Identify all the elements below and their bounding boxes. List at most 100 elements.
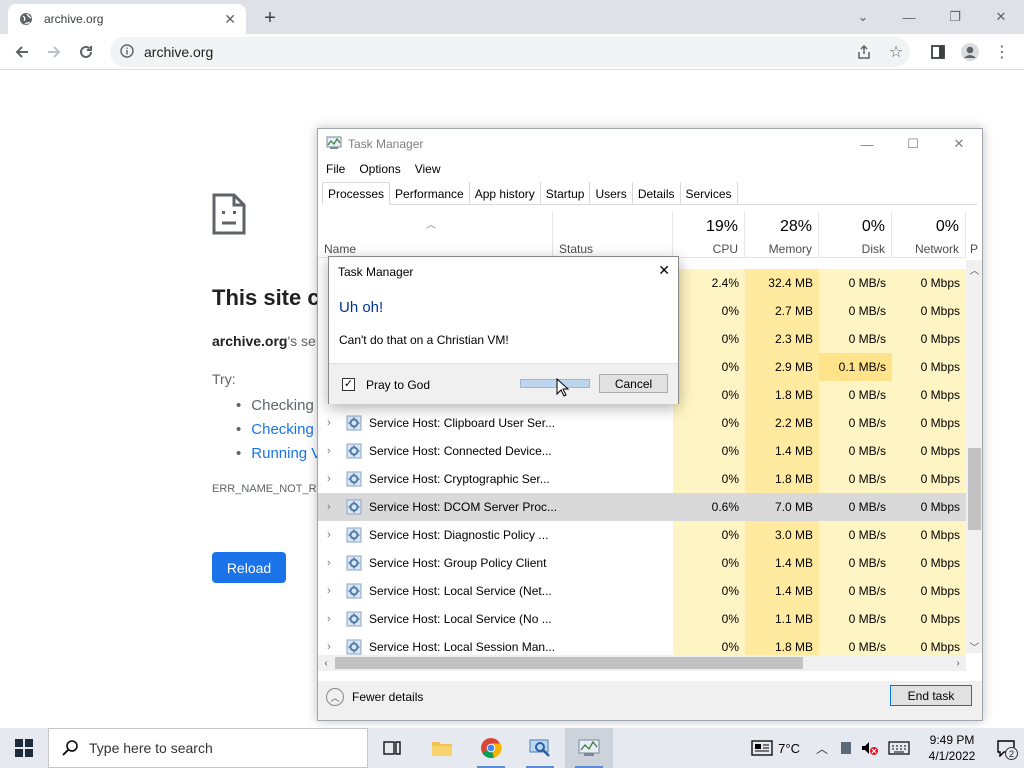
horizontal-scrollbar[interactable]: ‹ › <box>318 655 966 671</box>
column-status[interactable]: Status <box>553 212 673 258</box>
cancel-button[interactable]: Cancel <box>599 374 668 393</box>
expand-chevron-icon[interactable]: › <box>327 445 331 457</box>
restore-icon[interactable]: ❐ <box>932 0 978 34</box>
cpu-cell: 2.4% <box>673 269 745 297</box>
start-button[interactable] <box>0 728 48 768</box>
browser-tab[interactable]: archive.org ✕ <box>8 4 246 34</box>
notification-center-icon[interactable]: 2 <box>988 728 1024 768</box>
table-row[interactable]: › Service Host: Local Service (Net... 0% 1.… <box>318 577 966 605</box>
disk-total: 0% <box>861 218 885 235</box>
chrome-icon[interactable] <box>467 728 515 768</box>
tab-app-history[interactable]: App history <box>470 182 541 205</box>
tray-app-icon[interactable] <box>834 728 858 768</box>
table-row[interactable]: › Service Host: Group Policy Client 0% 1.4 … <box>318 549 966 577</box>
vertical-scrollbar[interactable]: ︿ ﹀ <box>966 260 982 654</box>
forward-icon[interactable] <box>42 40 66 64</box>
scroll-thumb[interactable] <box>968 448 981 530</box>
table-row[interactable]: › Service Host: DCOM Server Proc... 0.6% 7.… <box>318 493 966 521</box>
expand-chevron-icon[interactable]: › <box>327 613 331 625</box>
network-cell: 0 Mbps <box>892 437 966 465</box>
table-row[interactable]: › Service Host: Diagnostic Policy ... 0% 3.… <box>318 521 966 549</box>
file-explorer-icon[interactable] <box>418 728 466 768</box>
close-icon[interactable]: ✕ <box>658 262 670 279</box>
fewer-details-button[interactable]: ︿ Fewer details <box>326 688 423 706</box>
minimize-icon[interactable]: — <box>886 0 932 34</box>
back-icon[interactable] <box>10 40 34 64</box>
network-cell: 0 Mbps <box>892 521 966 549</box>
tab-performance[interactable]: Performance <box>390 182 470 205</box>
process-name: Service Host: Connected Device... <box>369 444 552 458</box>
chevron-up-icon[interactable]: ︿ <box>810 728 834 768</box>
column-power[interactable]: P <box>966 212 982 258</box>
memory-cell: 2.9 MB <box>745 353 819 381</box>
keyboard-icon[interactable] <box>882 728 916 768</box>
volume-muted-icon[interactable] <box>858 728 882 768</box>
disk-cell: 0 MB/s <box>819 521 892 549</box>
clock[interactable]: 9:49 PM 4/1/2022 <box>916 732 988 764</box>
task-view-icon[interactable] <box>368 728 416 768</box>
column-disk[interactable]: 0% Disk <box>819 212 892 258</box>
menu-file[interactable]: File <box>326 162 345 176</box>
tab-processes[interactable]: Processes <box>322 182 391 205</box>
share-icon[interactable] <box>852 40 876 64</box>
gear-icon <box>346 639 362 655</box>
menu-view[interactable]: View <box>415 162 441 176</box>
task-manager-titlebar[interactable]: Task Manager — ☐ ✕ <box>318 129 982 159</box>
menu-options[interactable]: Options <box>359 162 400 176</box>
table-row[interactable]: › Service Host: Clipboard User Ser... 0% 2.… <box>318 409 966 437</box>
reload-icon[interactable] <box>74 40 98 64</box>
expand-chevron-icon[interactable]: › <box>327 585 331 597</box>
kebab-menu-icon[interactable]: ⋮ <box>990 40 1014 64</box>
expand-chevron-icon[interactable]: › <box>327 417 331 429</box>
side-panel-icon[interactable] <box>926 40 950 64</box>
task-manager-taskbar-icon[interactable] <box>565 728 613 768</box>
column-network[interactable]: 0% Network <box>892 212 966 258</box>
news-widget-icon[interactable] <box>750 728 774 768</box>
task-manager-footer: ︿ Fewer details End task <box>318 681 982 720</box>
new-tab-button[interactable]: + <box>258 6 282 30</box>
expand-chevron-icon[interactable]: › <box>327 557 331 569</box>
expand-chevron-icon[interactable]: › <box>327 641 331 653</box>
scroll-left-icon[interactable]: ‹ <box>318 655 334 671</box>
column-cpu[interactable]: 19% CPU <box>673 212 745 258</box>
tab-services[interactable]: Services <box>681 182 738 205</box>
table-row[interactable]: › Service Host: Local Service (No ... 0% 1.… <box>318 605 966 633</box>
expand-chevron-icon[interactable]: › <box>327 473 331 485</box>
taskbar-search[interactable]: Type here to search <box>48 728 368 768</box>
suggestion-link[interactable]: Checking <box>236 417 321 441</box>
reload-button[interactable]: Reload <box>212 552 286 583</box>
end-task-button[interactable]: End task <box>890 685 972 706</box>
bookmark-star-icon[interactable]: ☆ <box>884 40 908 64</box>
tab-search-icon[interactable]: ⌄ <box>840 0 886 34</box>
info-icon[interactable] <box>120 43 134 61</box>
hscroll-thumb[interactable] <box>335 657 803 669</box>
address-bar[interactable]: archive.org ☆ <box>110 37 910 67</box>
tab-users[interactable]: Users <box>590 182 633 205</box>
disk-cell: 0 MB/s <box>819 325 892 353</box>
tab-startup[interactable]: Startup <box>541 182 591 205</box>
tab-details[interactable]: Details <box>633 182 681 205</box>
close-tab-icon[interactable]: ✕ <box>224 11 236 28</box>
scroll-down-icon[interactable]: ﹀ <box>966 639 982 654</box>
remote-desktop-icon[interactable] <box>516 728 564 768</box>
profile-avatar-icon[interactable] <box>958 40 982 64</box>
network-cell: 0 Mbps <box>892 465 966 493</box>
scroll-up-icon[interactable]: ︿ <box>966 262 982 277</box>
cpu-cell: 0% <box>673 437 745 465</box>
weather-temperature[interactable]: 7°C <box>778 741 800 756</box>
disk-cell: 0 MB/s <box>819 269 892 297</box>
browser-tab-strip: archive.org ✕ + ⌄ — ❐ ✕ <box>0 0 1024 34</box>
maximize-icon[interactable]: ☐ <box>890 129 936 159</box>
close-window-icon[interactable]: ✕ <box>978 0 1024 34</box>
scroll-right-icon[interactable]: › <box>950 655 966 671</box>
table-row[interactable]: › Service Host: Connected Device... 0% 1.4 … <box>318 437 966 465</box>
minimize-icon[interactable]: — <box>844 129 890 159</box>
expand-chevron-icon[interactable]: › <box>327 501 331 513</box>
column-memory[interactable]: 28% Memory <box>745 212 819 258</box>
pray-checkbox[interactable]: ✓ <box>342 378 355 391</box>
table-row[interactable]: › Service Host: Cryptographic Ser... 0% 1.8… <box>318 465 966 493</box>
column-name[interactable]: ︿ Name <box>318 212 553 258</box>
expand-chevron-icon[interactable]: › <box>327 529 331 541</box>
suggestion-link[interactable]: Running V <box>236 441 321 465</box>
close-icon[interactable]: ✕ <box>936 129 982 159</box>
